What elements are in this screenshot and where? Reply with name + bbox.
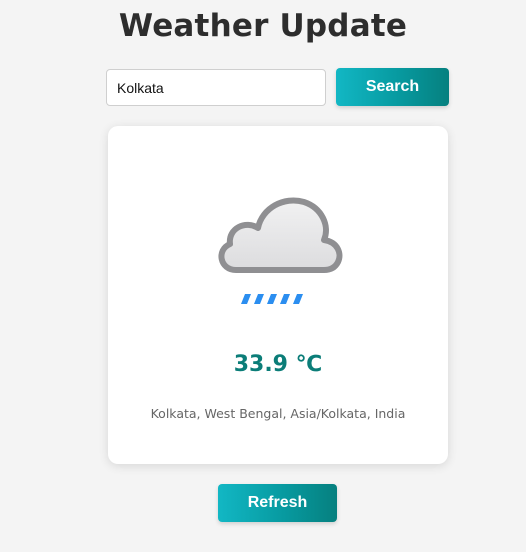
location-text: Kolkata, West Bengal, Asia/Kolkata, Indi… <box>150 406 406 421</box>
search-input[interactable] <box>106 69 326 106</box>
refresh-button[interactable]: Refresh <box>218 484 337 522</box>
page-title: Weather Update <box>118 8 408 44</box>
temperature-value: 33.9 ℃ <box>233 352 323 377</box>
cloud-rain-icon <box>218 197 343 304</box>
weather-card: 33.9 ℃ Kolkata, West Bengal, Asia/Kolkat… <box>108 126 448 464</box>
weather-app: Weather Update Search 33.9 ℃ Kolkata, We… <box>0 0 526 552</box>
search-button[interactable]: Search <box>336 68 449 106</box>
